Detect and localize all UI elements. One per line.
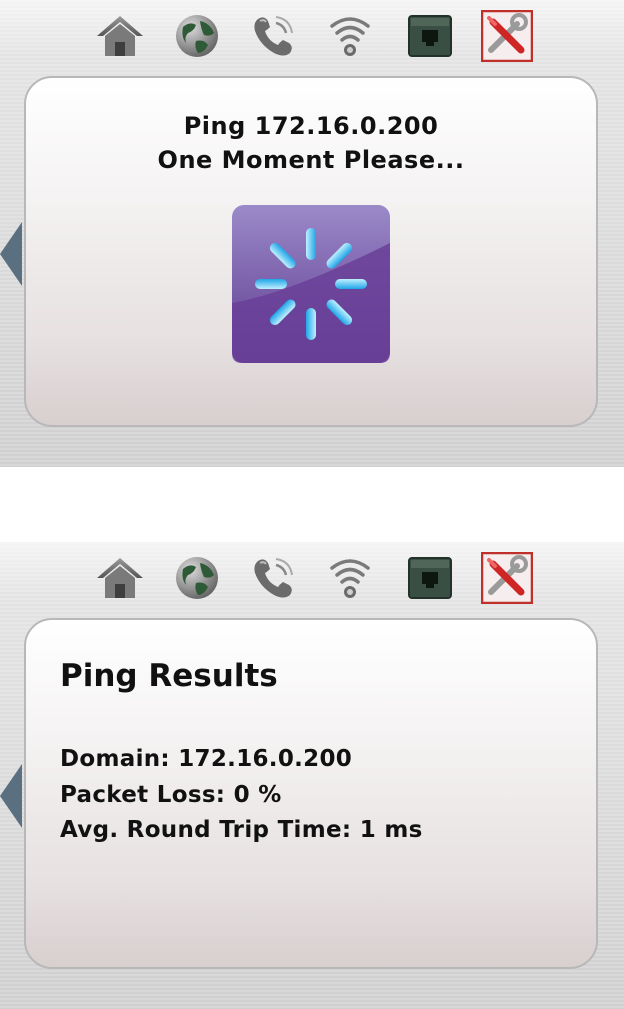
ping-progress-screen: Ping 172.16.0.200 One Moment Please...: [0, 0, 624, 467]
back-arrow-button[interactable]: [0, 222, 22, 286]
domain-value: Domain: 172.16.0.200: [60, 746, 353, 772]
home-icon[interactable]: [94, 10, 146, 62]
ping-progress-subtitle: One Moment Please...: [157, 146, 465, 174]
avg-round-trip-time-value: Avg. Round Trip Time: 1 ms: [60, 817, 423, 843]
content-panel: Ping 172.16.0.200 One Moment Please...: [24, 76, 598, 427]
top-icon-bar: [0, 548, 624, 608]
tools-icon[interactable]: [481, 552, 533, 604]
globe-icon[interactable]: [171, 552, 223, 604]
phone-icon[interactable]: [247, 552, 299, 604]
globe-icon[interactable]: [171, 10, 223, 62]
ethernet-icon[interactable]: [404, 10, 456, 62]
ethernet-icon[interactable]: [404, 552, 456, 604]
phone-icon[interactable]: [247, 10, 299, 62]
wireless-icon[interactable]: [324, 552, 376, 604]
packet-loss-value: Packet Loss: 0 %: [60, 782, 282, 808]
tools-icon[interactable]: [481, 10, 533, 62]
page-title: Ping Results: [60, 658, 278, 694]
loading-spinner-icon: [230, 203, 392, 365]
top-icon-bar: [0, 6, 624, 66]
wireless-icon[interactable]: [324, 10, 376, 62]
ping-results-screen: Ping Results Domain: 172.16.0.200 Packet…: [0, 542, 624, 1009]
home-icon[interactable]: [94, 552, 146, 604]
ping-progress-title: Ping 172.16.0.200: [183, 112, 439, 140]
content-panel: Ping Results Domain: 172.16.0.200 Packet…: [24, 618, 598, 969]
back-arrow-button[interactable]: [0, 764, 22, 828]
